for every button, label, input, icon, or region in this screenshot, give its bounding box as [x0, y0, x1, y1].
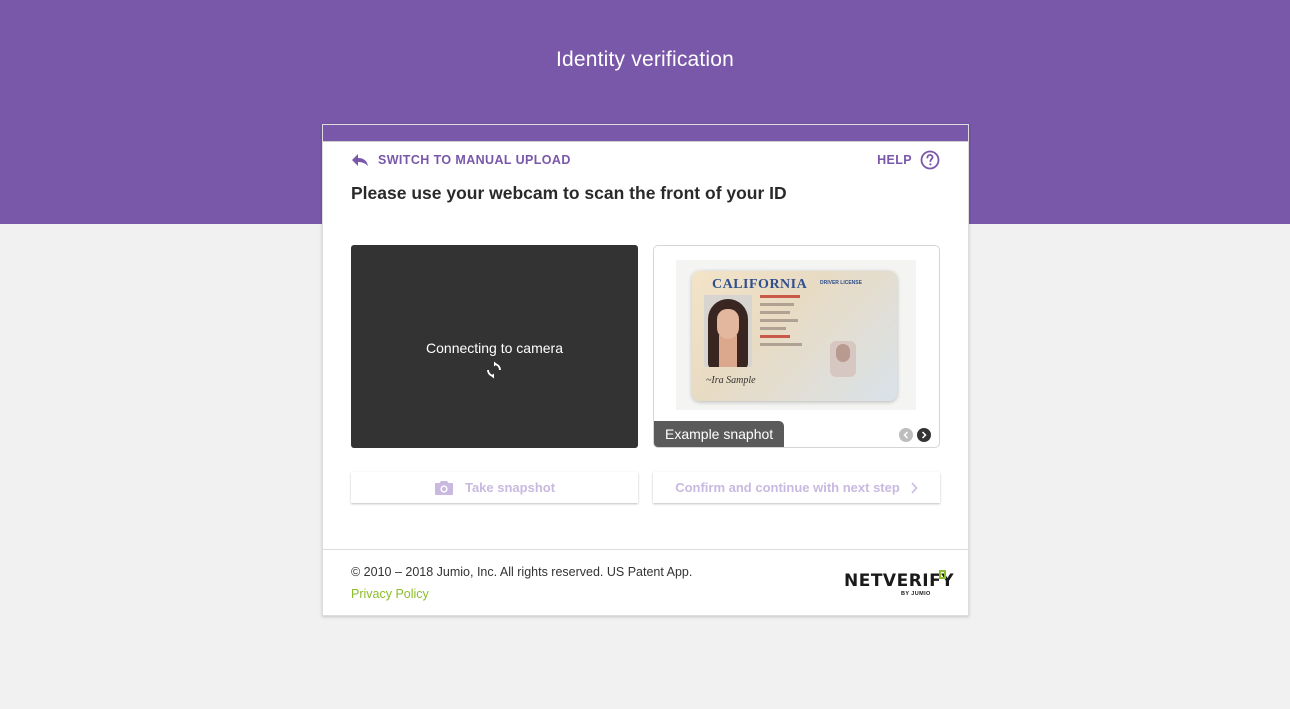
id-card-illustration: CALIFORNIA DRIVER LICENSE ~Ira Sample [692, 271, 897, 401]
take-snapshot-button[interactable]: Take snapshot [351, 472, 638, 503]
logo-text: NETVERIFY [844, 571, 955, 591]
reply-arrow-icon [352, 154, 368, 166]
take-snapshot-label: Take snapshot [464, 480, 556, 495]
help-label: HELP [877, 153, 912, 167]
example-snapshot-panel: CALIFORNIA DRIVER LICENSE ~Ira Sample Ex… [653, 245, 940, 448]
carousel-next-button[interactable] [917, 428, 931, 442]
confirm-continue-label: Confirm and continue with next step [675, 480, 900, 495]
netverify-logo: NETVERIFY BY JUMIO [844, 567, 954, 603]
id-type-text: DRIVER LICENSE [820, 280, 862, 286]
instruction-heading: Please use your webcam to scan the front… [351, 183, 787, 203]
sync-icon [487, 361, 501, 379]
confirm-continue-button[interactable]: Confirm and continue with next step [653, 472, 940, 503]
carousel-prev-button[interactable] [899, 428, 913, 442]
id-details [760, 295, 802, 351]
switch-label: SWITCH TO MANUAL UPLOAD [378, 153, 571, 167]
camera-status-text: Connecting to camera [426, 340, 563, 356]
page-title: Identity verification [555, 48, 735, 71]
help-link[interactable]: HELP [877, 149, 940, 171]
copyright-text: © 2010 – 2018 Jumio, Inc. All rights res… [351, 565, 693, 579]
footer-divider [323, 549, 968, 550]
chevron-right-icon [921, 431, 927, 439]
logo-mark-icon [939, 570, 946, 579]
chevron-right-icon [911, 481, 918, 494]
camera-preview: Connecting to camera [351, 245, 638, 448]
verification-card: SWITCH TO MANUAL UPLOAD HELP Please use … [322, 124, 969, 616]
privacy-policy-link[interactable]: Privacy Policy [351, 587, 429, 601]
id-portrait [704, 295, 752, 367]
example-snapshot-label: Example snaphot [654, 421, 785, 447]
chevron-left-icon [903, 431, 909, 439]
id-signature: ~Ira Sample [706, 375, 756, 386]
id-state-text: CALIFORNIA [712, 277, 808, 292]
logo-subtext: BY JUMIO [901, 591, 931, 597]
camera-icon [434, 480, 453, 495]
switch-to-manual-upload-link[interactable]: SWITCH TO MANUAL UPLOAD [351, 151, 571, 169]
card-top-bar [323, 125, 968, 142]
question-circle-icon [920, 150, 940, 170]
